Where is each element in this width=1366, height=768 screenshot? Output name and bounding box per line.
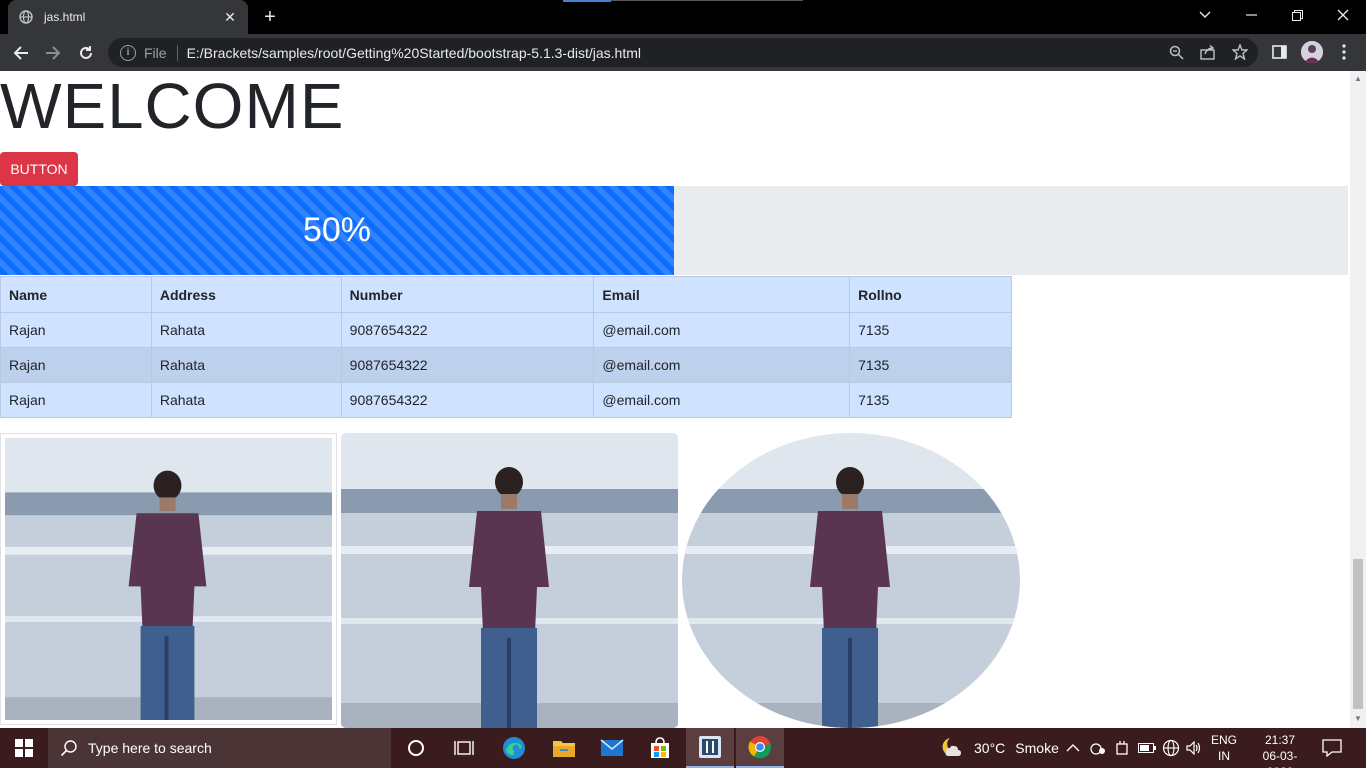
chevron-down-icon[interactable] (1182, 0, 1228, 30)
header-number: Number (340, 276, 595, 313)
globe-icon (18, 9, 34, 25)
star-icon[interactable] (1230, 42, 1250, 62)
danger-button[interactable]: BUTTON (0, 152, 78, 186)
progress-bar: 50% (0, 186, 674, 275)
table-row: Rajan Rahata 9087654322 @email.com 7135 (0, 382, 1012, 418)
reload-icon[interactable] (73, 40, 99, 66)
table-row: Rajan Rahata 9087654322 @email.com 7135 (0, 312, 1012, 348)
cell-rollno: 7135 (849, 382, 1012, 418)
browser-toolbar: i File E:/Brackets/samples/root/Getting%… (0, 34, 1366, 71)
header-name: Name (0, 276, 152, 313)
cell-email: @email.com (593, 382, 851, 418)
scroll-up-arrow[interactable]: ▲ (1354, 75, 1362, 83)
table-header-row: Name Address Number Email Rollno (0, 276, 1012, 313)
page-heading: WELCOME (0, 71, 345, 142)
weather-icon (940, 736, 964, 761)
student-table: Name Address Number Email Rollno Rajan R… (0, 276, 1012, 418)
language-indicator[interactable]: ENG IN (1208, 732, 1240, 764)
taskbar: Type here to search 30°C Smoke ENG IN 21… (0, 728, 1366, 768)
weather-temp: 30°C (974, 740, 1006, 756)
device-icon[interactable] (1115, 728, 1129, 768)
menu-icon[interactable] (1334, 42, 1354, 62)
cell-number: 9087654322 (340, 312, 595, 348)
new-tab-button[interactable]: + (258, 6, 282, 28)
chevron-up-icon[interactable] (1066, 728, 1080, 768)
scroll-down-arrow[interactable]: ▼ (1354, 715, 1362, 723)
cell-number: 9087654322 (340, 382, 595, 418)
header-email: Email (593, 276, 851, 313)
cell-rollno: 7135 (849, 312, 1012, 348)
profile-avatar[interactable] (1301, 41, 1323, 63)
cell-email: @email.com (593, 312, 851, 348)
cell-name: Rajan (0, 347, 152, 383)
tab-title: jas.html (44, 10, 86, 24)
thumbnail-photo (0, 433, 337, 725)
beach-photo (341, 433, 678, 728)
cell-number: 9087654322 (340, 347, 595, 383)
url-separator (176, 44, 178, 61)
beach-photo (5, 438, 332, 720)
taskbar-search-box[interactable]: Type here to search (48, 728, 391, 768)
restore-button[interactable] (1274, 0, 1320, 30)
sidebar-icon[interactable] (1269, 42, 1289, 62)
minimize-button[interactable] (1228, 0, 1274, 30)
cell-address: Rahata (150, 312, 342, 348)
browser-tab[interactable]: jas.html ✕ (8, 0, 248, 34)
info-icon[interactable]: i (120, 44, 136, 61)
cell-rollno: 7135 (849, 347, 1012, 383)
page-viewport: WELCOME BUTTON 50% Name Address Number E… (0, 71, 1350, 728)
window-top-accent (563, 0, 611, 2)
header-address: Address (150, 276, 342, 313)
battery-icon[interactable] (1138, 728, 1156, 768)
weather-widget[interactable]: 30°C Smoke (940, 728, 1059, 768)
circle-photo (682, 433, 1020, 728)
search-placeholder: Type here to search (88, 740, 212, 756)
search-icon (60, 739, 78, 757)
network-icon[interactable] (1090, 728, 1106, 768)
weather-desc: Smoke (1015, 740, 1059, 756)
globe-network-icon[interactable] (1162, 728, 1180, 768)
back-icon[interactable] (8, 40, 34, 66)
cell-address: Rahata (150, 347, 342, 383)
edge-icon[interactable] (490, 728, 538, 768)
progress-track: 50% (0, 186, 1348, 275)
task-view-icon[interactable] (440, 728, 488, 768)
cell-address: Rahata (150, 382, 342, 418)
cortana-icon[interactable] (392, 728, 440, 768)
app-icon[interactable] (686, 728, 734, 768)
zoom-icon[interactable] (1166, 42, 1186, 62)
notification-icon[interactable] (1322, 728, 1342, 768)
cell-name: Rajan (0, 382, 152, 418)
address-bar[interactable]: i File E:/Brackets/samples/root/Getting%… (108, 38, 1258, 67)
url-scheme: File (144, 44, 167, 61)
lang-line-1: ENG (1210, 733, 1237, 747)
lang-line-2: IN (1218, 749, 1230, 763)
url-text[interactable]: E:/Brackets/samples/root/Getting%20Start… (187, 45, 1258, 61)
cell-name: Rajan (0, 312, 152, 348)
browser-tab-strip: jas.html ✕ + (0, 0, 1366, 34)
progress-label: 50% (302, 211, 372, 249)
header-rollno: Rollno (849, 276, 1012, 313)
forward-icon[interactable] (40, 40, 66, 66)
windows-icon[interactable] (0, 728, 48, 768)
cell-email: @email.com (593, 347, 851, 383)
file-explorer-icon[interactable] (540, 728, 588, 768)
chrome-icon[interactable] (736, 728, 784, 768)
clock-time: 21:37 (1264, 733, 1296, 747)
close-icon[interactable]: ✕ (222, 9, 238, 25)
beach-photo (682, 433, 1020, 728)
store-icon[interactable] (636, 728, 684, 768)
table-row: Rajan Rahata 9087654322 @email.com 7135 (0, 347, 1012, 383)
mail-icon[interactable] (588, 728, 636, 768)
clock[interactable]: 21:37 06-03-2022 (1250, 732, 1310, 768)
clock-date: 06-03-2022 (1262, 749, 1298, 768)
share-icon[interactable] (1198, 42, 1218, 62)
volume-icon[interactable] (1186, 728, 1202, 768)
scroll-thumb[interactable] (1353, 559, 1363, 709)
close-window-button[interactable] (1320, 0, 1366, 30)
vertical-scrollbar[interactable]: ▲ ▼ (1350, 71, 1366, 728)
rounded-photo (341, 433, 678, 728)
